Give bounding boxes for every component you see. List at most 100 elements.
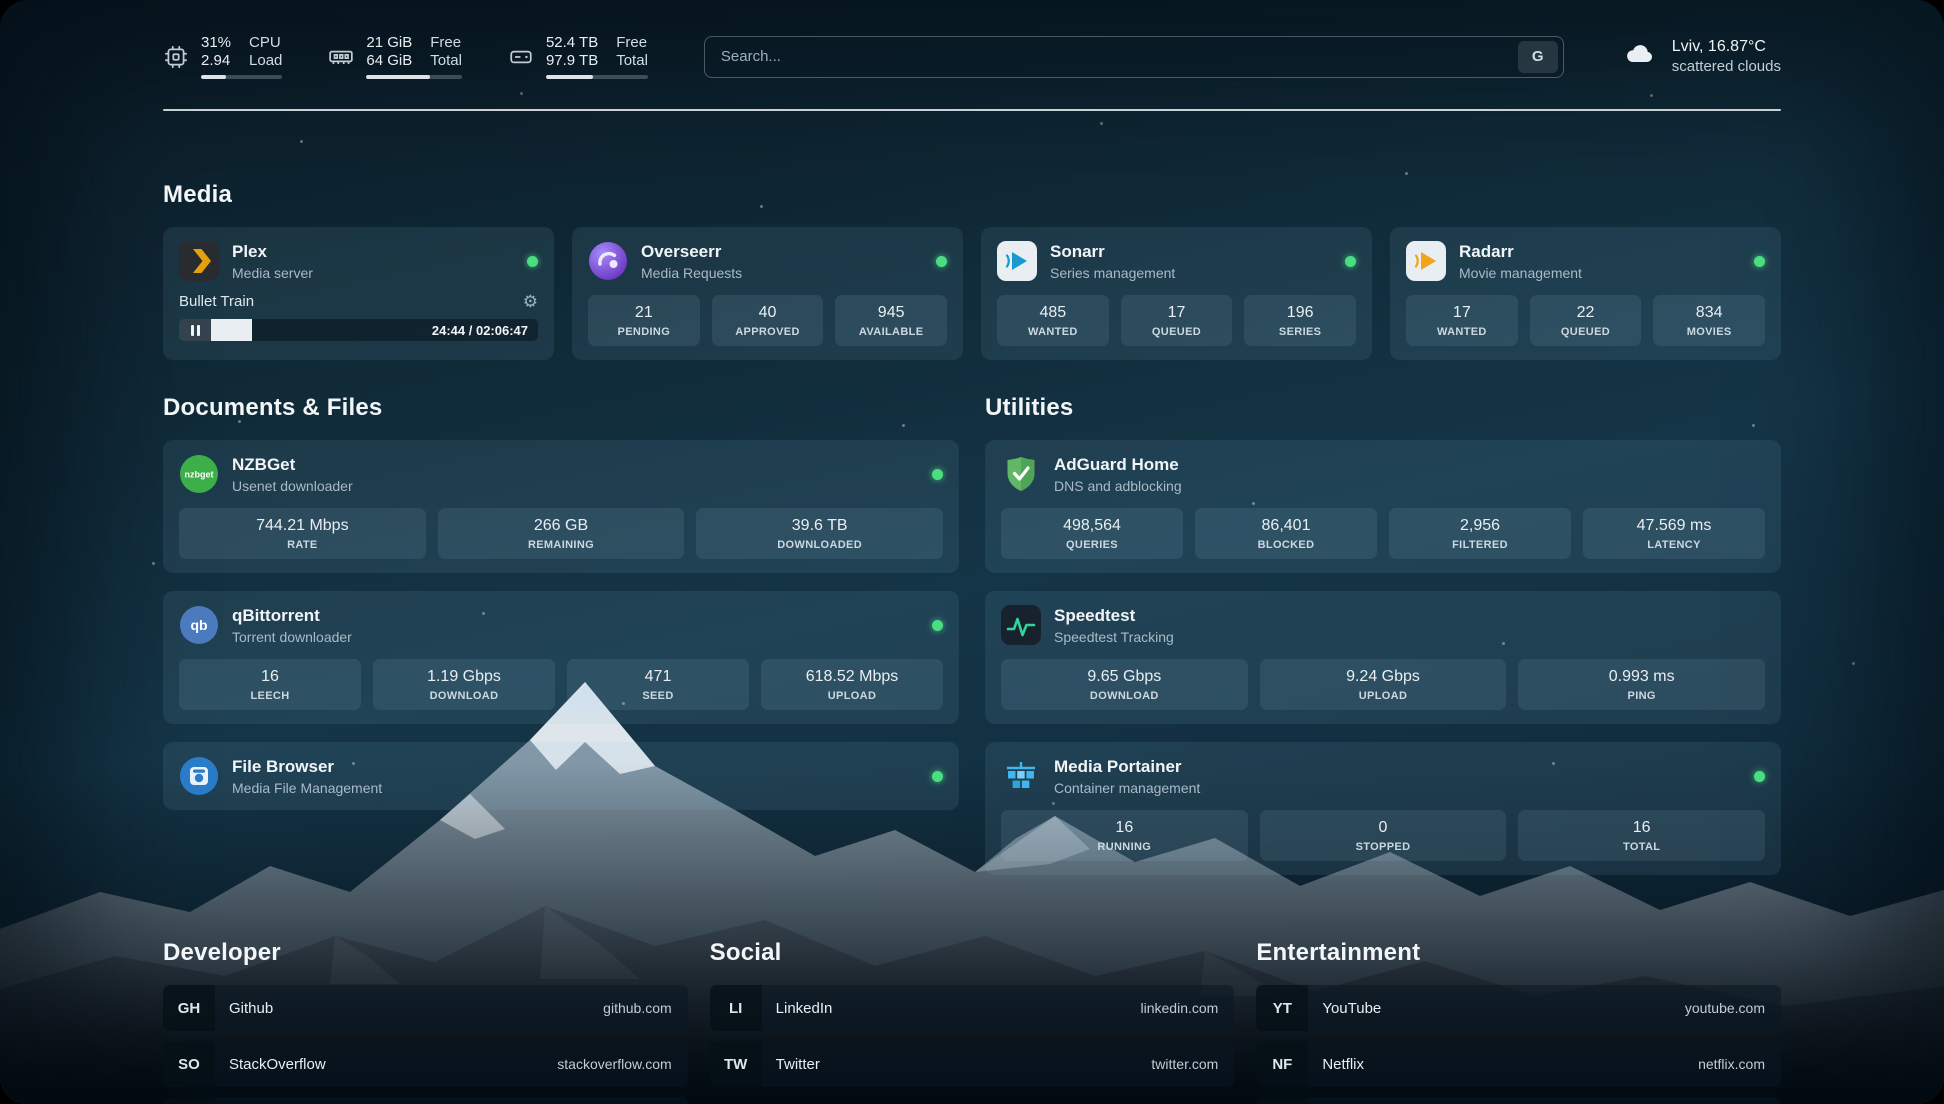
status-dot — [932, 771, 943, 782]
service-description: Media Requests — [641, 265, 742, 281]
service-stats: 16 RUNNING 0 STOPPED 16 TOTAL — [1001, 810, 1765, 861]
service-card-nzbget[interactable]: nzbget NZBGet Usenet downloader 744.21 M… — [163, 440, 959, 573]
service-description: Torrent downloader — [232, 629, 352, 645]
stat-box: 471 SEED — [567, 659, 749, 710]
stat-label: PING — [1524, 690, 1759, 702]
bookmark-abbr: DT — [163, 1097, 215, 1104]
disk-label-top: Free — [616, 34, 648, 51]
stat-box: 16 LEECH — [179, 659, 361, 710]
overseerr-icon — [588, 241, 628, 281]
weather-widget[interactable]: Lviv, 16.87°C scattered clouds — [1620, 38, 1781, 75]
media-section: Media Plex Media server Bullet — [163, 181, 1781, 360]
stat-value: 22 — [1536, 304, 1636, 322]
pause-button[interactable] — [179, 319, 211, 341]
stat-box: 9.24 Gbps UPLOAD — [1260, 659, 1507, 710]
stat-box: 744.21 Mbps RATE — [179, 508, 426, 559]
service-description: Media server — [232, 265, 313, 281]
search-input[interactable] — [705, 48, 1518, 65]
service-description: DNS and adblocking — [1054, 478, 1182, 494]
stat-box: 17 WANTED — [1406, 295, 1518, 346]
bookmark-youtube[interactable]: YT YouTube youtube.com — [1256, 985, 1781, 1031]
stat-label: WANTED — [1003, 326, 1103, 338]
stat-label: DOWNLOAD — [379, 690, 549, 702]
service-card-filebrowser[interactable]: File Browser Media File Management — [163, 742, 959, 810]
service-name: Plex — [232, 242, 313, 262]
bookmark-netflix[interactable]: NF Netflix netflix.com — [1256, 1041, 1781, 1087]
documents-column: Documents & Files nzbget NZBGet Usenet d… — [163, 394, 959, 875]
disk-icon — [508, 44, 534, 70]
gear-icon[interactable]: ⚙ — [523, 293, 538, 310]
stat-label: LEECH — [185, 690, 355, 702]
stat-label: SERIES — [1250, 326, 1350, 338]
service-card-portainer[interactable]: Media Portainer Container management 16 … — [985, 742, 1781, 875]
service-card-speedtest[interactable]: Speedtest Speedtest Tracking 9.65 Gbps D… — [985, 591, 1781, 724]
bookmark-twitter[interactable]: TW Twitter twitter.com — [710, 1041, 1235, 1087]
stat-value: 0.993 ms — [1524, 668, 1759, 686]
playback-progress-bar[interactable] — [211, 319, 422, 341]
bookmark-url: netflix.com — [1698, 1056, 1781, 1072]
stat-value: 834 — [1659, 304, 1759, 322]
stat-label: DOWNLOAD — [1007, 690, 1242, 702]
header-divider — [163, 109, 1781, 111]
service-description: Usenet downloader — [232, 478, 353, 494]
bookmark-github[interactable]: GH Github github.com — [163, 985, 688, 1031]
cpu-label-bottom: Load — [249, 52, 282, 69]
stat-value: 9.65 Gbps — [1007, 668, 1242, 686]
stat-box: 0 STOPPED — [1260, 810, 1507, 861]
stat-value: 945 — [841, 304, 941, 322]
bookmark-abbr: YT — [1256, 985, 1308, 1031]
bookmark-url: linkedin.com — [1141, 1000, 1235, 1016]
utilities-section-title: Utilities — [985, 394, 1781, 422]
bookmark-reddit[interactable]: RE Reddit reddit.com — [1256, 1097, 1781, 1104]
bookmark-name: Twitter — [762, 1056, 820, 1073]
social-section-title: Social — [710, 939, 1235, 967]
service-card-adguard[interactable]: AdGuard Home DNS and adblocking 498,564 … — [985, 440, 1781, 573]
stat-label: TOTAL — [1524, 841, 1759, 853]
bookmark-linkedin[interactable]: LI LinkedIn linkedin.com — [710, 985, 1235, 1031]
memory-usage-bar — [366, 75, 462, 79]
stat-box: 618.52 Mbps UPLOAD — [761, 659, 943, 710]
stat-box: 39.6 TB DOWNLOADED — [696, 508, 943, 559]
stat-label: DOWNLOADED — [702, 539, 937, 551]
media-section-title: Media — [163, 181, 1781, 209]
service-card-sonarr[interactable]: Sonarr Series management 485 WANTED 17 Q… — [981, 227, 1372, 360]
service-card-overseerr[interactable]: Overseerr Media Requests 21 PENDING 40 A… — [572, 227, 963, 360]
service-description: Media File Management — [232, 780, 382, 796]
bookmark-stackoverflow[interactable]: SO StackOverflow stackoverflow.com — [163, 1041, 688, 1087]
service-card-qbittorrent[interactable]: qb qBittorrent Torrent downloader 16 — [163, 591, 959, 724]
stat-label: APPROVED — [718, 326, 818, 338]
memory-total-value: 64 GiB — [366, 52, 412, 69]
search-provider-button[interactable]: G — [1518, 41, 1558, 73]
service-card-radarr[interactable]: Radarr Movie management 17 WANTED 22 QUE… — [1390, 227, 1781, 360]
stat-value: 16 — [185, 668, 355, 686]
service-stats: 485 WANTED 17 QUEUED 196 SERIES — [997, 295, 1356, 346]
entertainment-section-title: Entertainment — [1256, 939, 1781, 967]
plex-icon — [179, 241, 219, 281]
service-stats: 9.65 Gbps DOWNLOAD 9.24 Gbps UPLOAD 0.99… — [1001, 659, 1765, 710]
stat-label: SEED — [573, 690, 743, 702]
stat-label: BLOCKED — [1201, 539, 1371, 551]
stat-value: 16 — [1007, 819, 1242, 837]
stat-value: 266 GB — [444, 517, 679, 535]
service-card-plex[interactable]: Plex Media server Bullet Train ⚙ — [163, 227, 554, 360]
bookmark-name: YouTube — [1308, 1000, 1381, 1017]
bookmark-url: youtube.com — [1685, 1000, 1781, 1016]
service-name: qBittorrent — [232, 606, 352, 626]
search-bar[interactable]: G — [704, 36, 1564, 78]
disk-free-value: 52.4 TB — [546, 34, 598, 51]
social-column: Social LI LinkedIn linkedin.com TW Twitt… — [710, 939, 1235, 1104]
stat-box: 16 TOTAL — [1518, 810, 1765, 861]
memory-icon — [328, 44, 354, 70]
stat-value: 196 — [1250, 304, 1350, 322]
adguard-icon — [1001, 454, 1041, 494]
bookmark-url: stackoverflow.com — [557, 1056, 687, 1072]
qbittorrent-icon: qb — [179, 605, 219, 645]
stat-value: 618.52 Mbps — [767, 668, 937, 686]
entertainment-column: Entertainment YT YouTube youtube.com NF … — [1256, 939, 1781, 1104]
service-description: Series management — [1050, 265, 1175, 281]
stat-label: AVAILABLE — [841, 326, 941, 338]
bookmark-dev[interactable]: DT DEV dev.to — [163, 1097, 688, 1104]
speedtest-icon — [1001, 605, 1041, 645]
stat-label: UPLOAD — [767, 690, 937, 702]
plex-player: 24:44 / 02:06:47 — [179, 319, 538, 341]
